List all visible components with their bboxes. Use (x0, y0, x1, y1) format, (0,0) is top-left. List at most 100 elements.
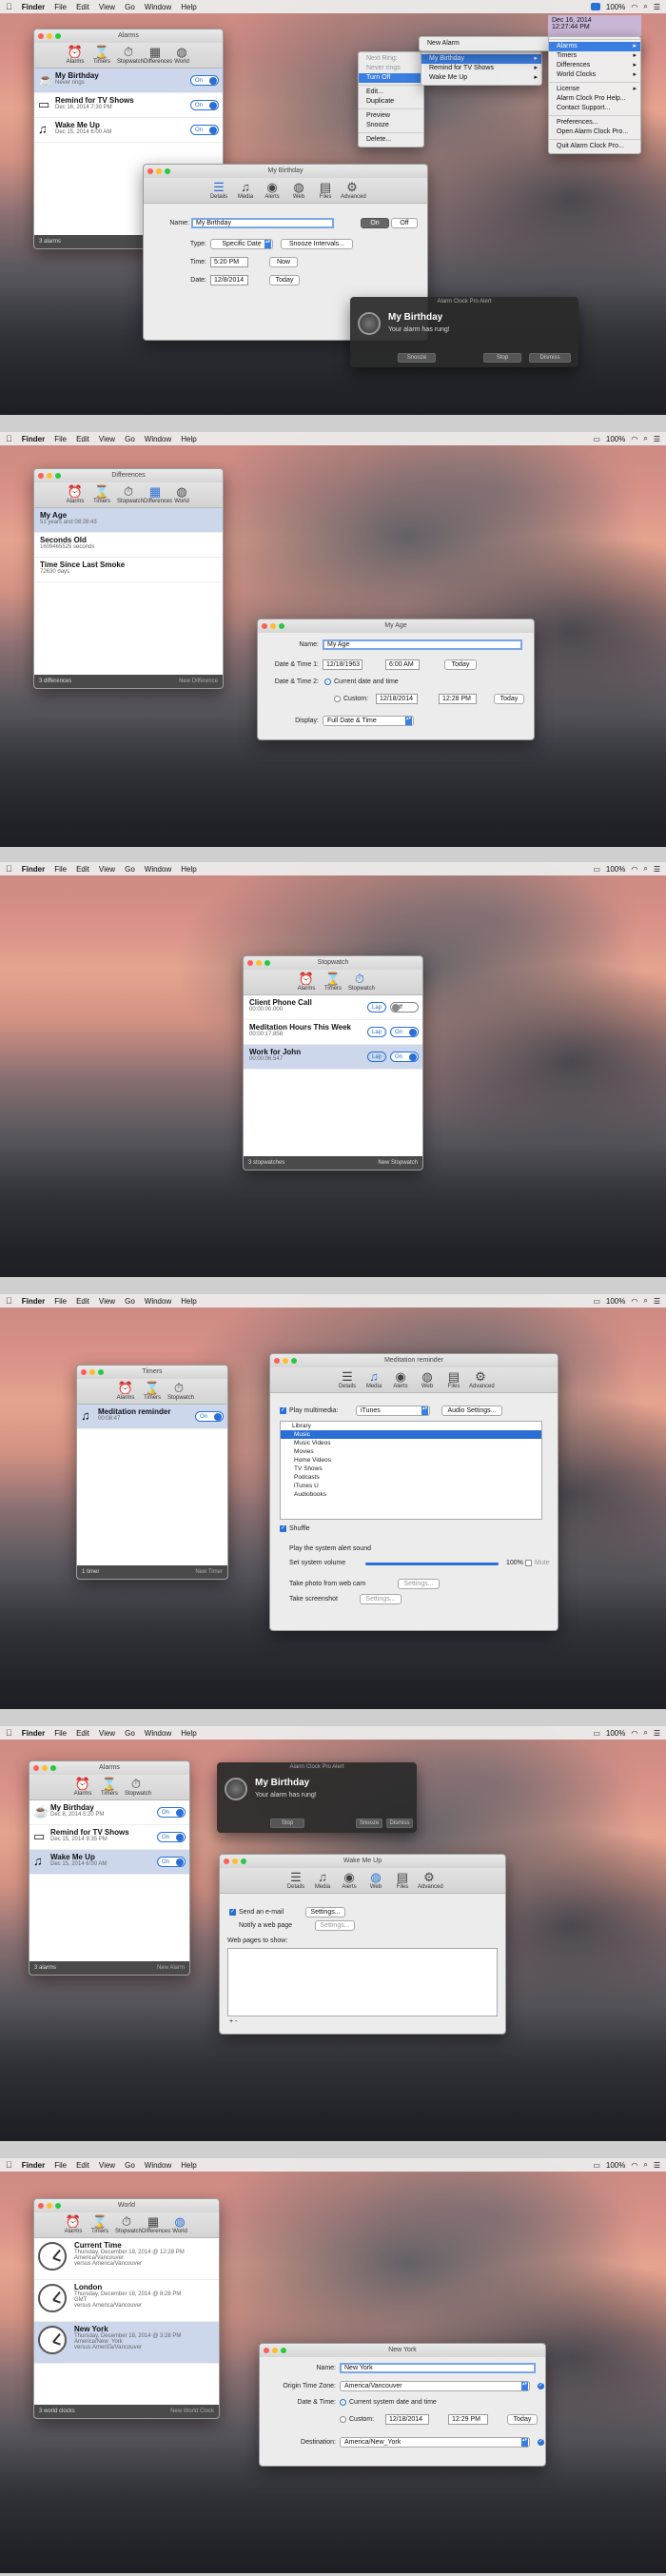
wifi-icon[interactable]: ◠ (631, 1297, 637, 1306)
list-item[interactable]: Work for John 00:00:06.547 Lap On (244, 1045, 422, 1070)
menu-file[interactable]: File (54, 435, 67, 443)
list-item[interactable]: ♫ Meditation reminder 00:08:47 On (77, 1405, 227, 1429)
menu-go[interactable]: Go (125, 3, 135, 11)
list-item[interactable]: TV Shows (281, 1465, 541, 1473)
tab-alarms[interactable]: ⏰ Alarms (62, 2214, 85, 2234)
source-select[interactable]: iTunes (356, 1406, 430, 1416)
origin-dst-checkbox[interactable] (538, 2382, 544, 2389)
tab-alarms[interactable]: ⏰ Alarms (64, 484, 87, 504)
name-field[interactable]: My Birthday (191, 218, 334, 228)
tab-stopwatch[interactable]: ⏱ Stopwatch (125, 1777, 151, 1797)
minimize-button[interactable] (156, 168, 162, 174)
menu-go[interactable]: Go (125, 1729, 135, 1738)
tab-web[interactable]: ◍ Web (416, 1369, 439, 1389)
time-field[interactable]: 5:20 PM (210, 257, 248, 267)
close-button[interactable] (264, 2348, 269, 2353)
display-select[interactable]: Full Date & Time (323, 716, 414, 726)
display-icon[interactable]: ▭ (593, 865, 600, 874)
wifi-icon[interactable]: ◠ (631, 1729, 637, 1738)
stopwatch-toggle[interactable]: Off (390, 1002, 419, 1013)
menu-item-my-birthday[interactable]: My Birthday ▸ (421, 54, 541, 64)
tab-media[interactable]: ♫ Media (362, 1369, 385, 1389)
stopwatch-toggle[interactable]: On (390, 1027, 419, 1037)
list-item[interactable]: ♫ Wake Me Up Dec 15, 2014 6:00 AM On (34, 118, 223, 143)
alarm-toggle[interactable]: On (157, 1807, 186, 1818)
close-button[interactable] (33, 1765, 39, 1771)
menu-item-alarms[interactable]: Alarms ▸ (549, 42, 640, 51)
menu-view[interactable]: View (99, 3, 115, 11)
audio-settings-button[interactable]: Audio Settings... (441, 1406, 502, 1416)
menu-go[interactable]: Go (125, 1297, 135, 1306)
menu-file[interactable]: File (54, 1297, 67, 1306)
current-system-date-radio[interactable] (340, 2399, 346, 2406)
close-button[interactable] (38, 2203, 44, 2209)
tab-timers[interactable]: ⌛ Timers (88, 2214, 111, 2234)
menu-edit[interactable]: Edit (76, 1729, 89, 1738)
tab-world[interactable]: ◍ World (170, 484, 193, 504)
custom-time-field[interactable]: 12:29 PM (448, 2414, 488, 2425)
stop-button[interactable]: Stop (483, 353, 521, 363)
list-item[interactable]: Podcasts (281, 1473, 541, 1482)
tab-timers[interactable]: ⌛ Timers (90, 484, 113, 504)
tab-advanced[interactable]: ⚙ Advanced (341, 180, 366, 200)
menu-help[interactable]: Help (181, 865, 196, 874)
apple-icon[interactable]:  (6, 2160, 12, 2170)
minimize-button[interactable] (283, 1358, 288, 1364)
zoom-button[interactable] (279, 623, 284, 629)
tab-media[interactable]: ♫ Media (311, 1870, 334, 1890)
zoom-button[interactable] (98, 1369, 104, 1375)
menu-item-preview[interactable]: Preview (359, 111, 423, 121)
menu-window[interactable]: Window (145, 3, 171, 11)
apple-icon[interactable]:  (6, 864, 12, 874)
lap-button[interactable]: Lap (367, 1002, 386, 1013)
menu-file[interactable]: File (54, 3, 67, 11)
tab-timers[interactable]: ⌛ Timers (90, 45, 113, 65)
menu-finder[interactable]: Finder (22, 435, 45, 443)
tab-timers[interactable]: ⌛ Timers (322, 972, 344, 992)
alarm-clock-tray-icon[interactable] (590, 3, 600, 10)
tab-alarms[interactable]: ⏰ Alarms (64, 45, 87, 65)
stop-button[interactable]: Stop (270, 1819, 304, 1828)
dismiss-button[interactable]: Dismiss (386, 1819, 413, 1828)
tab-timers[interactable]: ⌛ Timers (141, 1381, 164, 1401)
tab-advanced[interactable]: ⚙ Advanced (418, 1870, 443, 1890)
tab-differences[interactable]: ▦ Differences (142, 2214, 170, 2234)
volume-slider[interactable] (365, 1563, 499, 1565)
tab-stopwatch[interactable]: ⏱ Stopwatch (348, 972, 375, 992)
list-item[interactable]: Home Videos (281, 1456, 541, 1465)
time-1-field[interactable]: 6:00 AM (385, 659, 420, 670)
tab-advanced[interactable]: ⚙ Advanced (469, 1369, 495, 1389)
list-item[interactable]: My Age 51 years and 08:28:43 (34, 508, 223, 533)
menu-list-icon[interactable]: ☰ (654, 1297, 660, 1306)
list-item[interactable]: Audiobooks (281, 1490, 541, 1499)
zoom-button[interactable] (281, 2348, 286, 2353)
menu-help[interactable]: Help (181, 3, 196, 11)
menu-view[interactable]: View (99, 865, 115, 874)
minimize-button[interactable] (272, 2348, 278, 2353)
zoom-button[interactable] (291, 1358, 297, 1364)
dismiss-button[interactable]: Dismiss (529, 353, 571, 363)
menu-go[interactable]: Go (125, 2161, 135, 2170)
tab-web[interactable]: ◍ Web (364, 1870, 387, 1890)
lap-button[interactable]: Lap (367, 1027, 386, 1037)
snooze-intervals-button[interactable]: Snooze Intervals... (281, 239, 353, 249)
menu-item-timers[interactable]: Timers ▸ (549, 51, 640, 61)
tab-stopwatch[interactable]: ⏱ Stopwatch (117, 45, 144, 65)
minimize-button[interactable] (47, 33, 52, 39)
menu-view[interactable]: View (99, 435, 115, 443)
close-button[interactable] (147, 168, 153, 174)
screenshot-settings-button[interactable]: Settings... (360, 1594, 402, 1604)
menu-item-quit[interactable]: Quit Alarm Clock Pro... (549, 142, 640, 151)
stopwatch-toggle[interactable]: On (390, 1052, 419, 1062)
menu-item-contact[interactable]: Contact Support... (549, 104, 640, 113)
wifi-icon[interactable]: ◠ (631, 865, 637, 874)
new-difference-button[interactable]: New Difference (179, 675, 218, 688)
tab-details[interactable]: ☰ Details (207, 180, 230, 200)
date-1-field[interactable]: 12/18/1963 (323, 659, 362, 670)
menu-finder[interactable]: Finder (22, 1729, 45, 1738)
tab-timers[interactable]: ⌛ Timers (98, 1777, 121, 1797)
menu-edit[interactable]: Edit (76, 3, 89, 11)
menu-file[interactable]: File (54, 2161, 67, 2170)
list-item[interactable]: iTunes U (281, 1482, 541, 1490)
tab-files[interactable]: ▤ Files (391, 1870, 414, 1890)
